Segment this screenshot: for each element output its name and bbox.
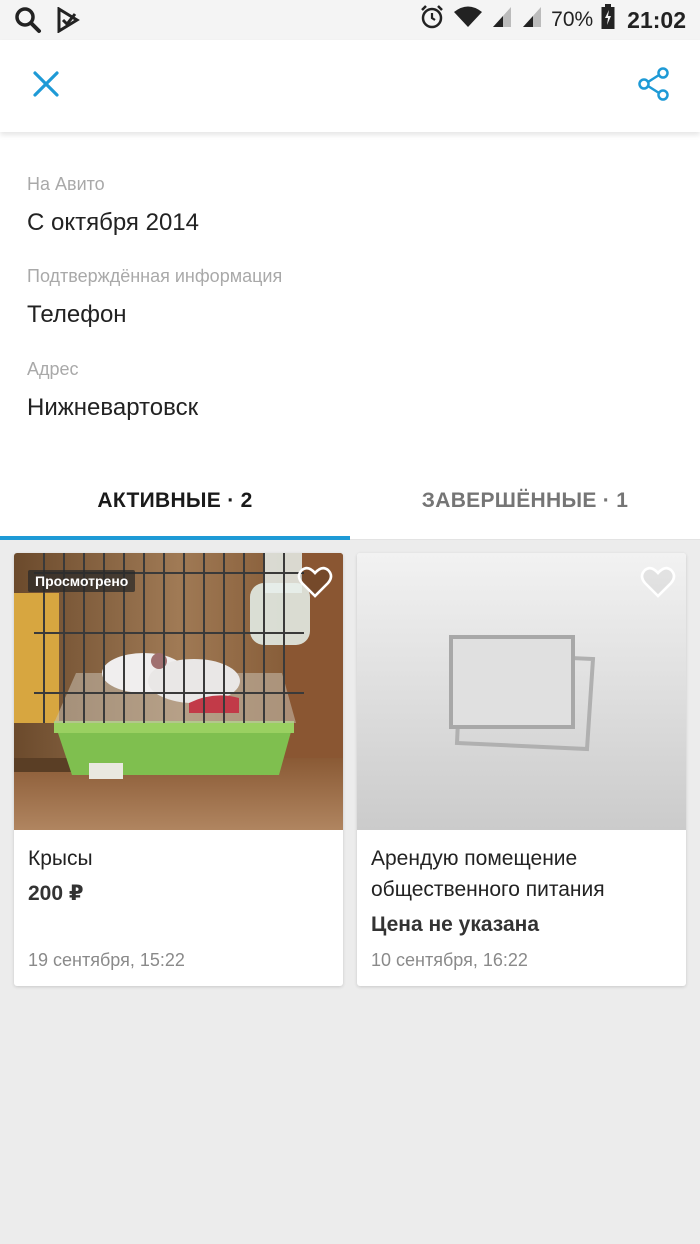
listing-card[interactable]: Арендую помещение общественного питания … (357, 553, 686, 986)
favorite-button[interactable] (297, 565, 333, 599)
tab-finished-listings[interactable]: ЗАВЕРШЁННЫЕ · 1 (350, 462, 700, 540)
status-bar: 70% 21:02 (0, 0, 700, 40)
on-avito-block: На Авито С октября 2014 (27, 174, 199, 237)
on-avito-value: С октября 2014 (27, 209, 199, 236)
battery-icon (601, 4, 615, 36)
listing-title: Крысы (28, 847, 93, 870)
top-app-bar (0, 40, 700, 132)
signal-icon (521, 5, 543, 35)
share-button[interactable] (630, 62, 678, 110)
image-placeholder-icon (357, 635, 686, 830)
verified-info-block: Подтверждённая информация Телефон (27, 266, 282, 329)
listing-date: 10 сентября, 16:22 (371, 950, 528, 970)
alarm-icon (419, 4, 445, 36)
tab-active-listings[interactable]: АКТИВНЫЕ · 2 (0, 462, 350, 540)
listing-tabs: АКТИВНЫЕ · 2 ЗАВЕРШЁННЫЕ · 1 (0, 462, 700, 540)
viewed-badge: Просмотрено (28, 570, 136, 592)
play-store-icon (56, 6, 80, 38)
listing-price: Цена не указана (371, 913, 539, 936)
address-block: Адрес Нижневартовск (27, 359, 198, 422)
close-button[interactable] (22, 62, 70, 110)
listing-photo-placeholder (357, 553, 686, 830)
search-icon (14, 6, 42, 39)
close-icon (33, 70, 59, 102)
on-avito-label: На Авито (27, 174, 105, 194)
address-label: Адрес (27, 359, 79, 379)
tab-indicator (0, 536, 350, 540)
signal-icon (491, 5, 513, 35)
verified-info-label: Подтверждённая информация (27, 266, 283, 286)
listing-photo: Просмотрено (14, 553, 343, 830)
listing-date: 19 сентября, 15:22 (28, 950, 185, 970)
heart-icon (640, 566, 676, 603)
heart-icon (297, 566, 333, 603)
wifi-icon (453, 5, 483, 35)
listing-title: Арендую помещение общественного питания (371, 847, 605, 901)
battery-percent: 70% (551, 8, 594, 31)
share-icon (638, 66, 670, 106)
favorite-button[interactable] (640, 565, 676, 599)
listing-card[interactable]: Просмотрено Крысы 200 ₽ 19 сентября, 15:… (14, 553, 343, 986)
listing-price: 200 ₽ (28, 882, 84, 905)
verified-info-value: Телефон (27, 301, 127, 328)
address-value: Нижневартовск (27, 394, 199, 421)
clock: 21:02 (627, 6, 686, 33)
